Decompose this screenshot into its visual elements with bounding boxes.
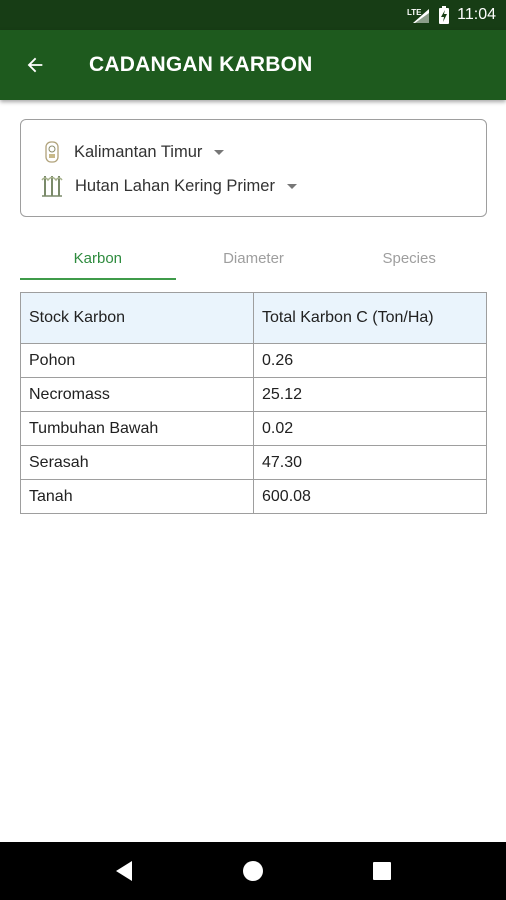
table-cell: Serasah <box>20 445 254 480</box>
table-cell: 47.30 <box>253 445 487 480</box>
table-row: Tumbuhan Bawah 0.02 <box>20 411 487 446</box>
status-time: 11:04 <box>457 6 496 23</box>
nav-home-button[interactable] <box>233 851 273 891</box>
system-nav-bar <box>0 842 506 900</box>
province-emblem-icon <box>42 141 62 163</box>
table-row: Necromass 25.12 <box>20 377 487 412</box>
table-header-cell: Stock Karbon <box>20 292 254 344</box>
tab-bar: Karbon Diameter Species <box>20 242 487 280</box>
home-circle-icon <box>242 861 263 881</box>
tab-karbon[interactable]: Karbon <box>20 242 176 280</box>
back-triangle-icon <box>116 861 133 881</box>
table-row: Pohon 0.26 <box>20 343 487 378</box>
table-cell: 0.26 <box>253 343 487 378</box>
nav-back-button[interactable] <box>104 851 144 891</box>
table-header-row: Stock Karbon Total Karbon C (Ton/Ha) <box>20 292 487 344</box>
table-cell: 0.02 <box>253 411 487 446</box>
svg-text:LTE: LTE <box>407 8 422 17</box>
page-title: CADANGAN KARBON <box>89 53 313 76</box>
lte-signal-icon: LTE <box>407 7 431 23</box>
status-bar: LTE 11:04 <box>0 0 506 30</box>
back-button[interactable] <box>0 30 70 100</box>
chevron-down-icon <box>214 149 225 155</box>
table-row: Serasah 47.30 <box>20 445 487 480</box>
table-cell: 25.12 <box>253 377 487 412</box>
filter-card <box>20 119 487 217</box>
province-value: Kalimantan Timur <box>74 142 203 161</box>
arrow-back-icon <box>27 57 43 73</box>
table-row: Tanah 600.08 <box>20 479 487 514</box>
battery-charging-icon <box>439 6 450 24</box>
nav-recents-button[interactable] <box>362 851 402 891</box>
table-cell: Tanah <box>20 479 254 514</box>
recents-square-icon <box>372 862 391 880</box>
forest-type-selector[interactable]: Hutan Lahan Kering Primer <box>20 172 297 200</box>
province-selector[interactable]: Kalimantan Timur <box>20 138 225 166</box>
tab-diameter[interactable]: Diameter <box>176 242 332 278</box>
forest-type-value: Hutan Lahan Kering Primer <box>75 176 275 195</box>
table-cell: Necromass <box>20 377 254 412</box>
table-cell: Tumbuhan Bawah <box>20 411 254 446</box>
table-header-cell: Total Karbon C (Ton/Ha) <box>253 292 487 344</box>
chevron-down-icon <box>286 183 297 189</box>
tab-species[interactable]: Species <box>331 242 487 278</box>
carbon-stock-table: Stock Karbon Total Karbon C (Ton/Ha) Poh… <box>20 292 487 514</box>
app-bar: CADANGAN KARBON <box>0 30 506 100</box>
table-cell: 600.08 <box>253 479 487 514</box>
forest-icon <box>41 174 63 198</box>
table-cell: Pohon <box>20 343 254 378</box>
